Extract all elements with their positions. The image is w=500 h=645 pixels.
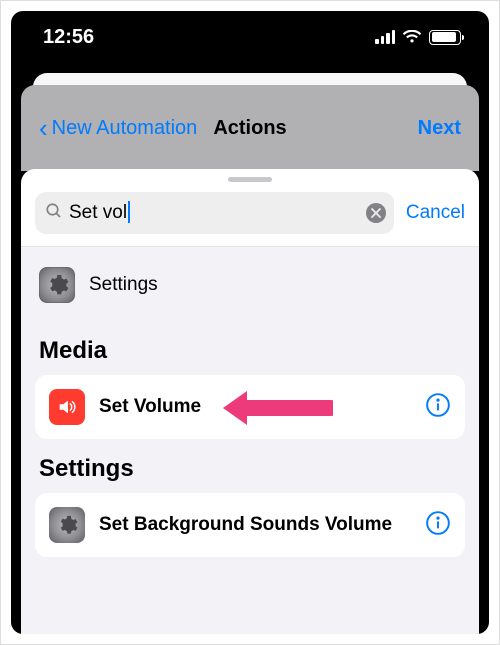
search-sheet: Set vol Cancel Settings Media Set Vol: [21, 169, 479, 634]
background-nav-layer: ‹ New Automation Actions Next: [11, 63, 489, 183]
status-time: 12:56: [43, 26, 94, 49]
action-set-bg-sounds-volume[interactable]: Set Background Sounds Volume: [35, 493, 465, 557]
battery-icon: [429, 30, 461, 45]
info-button[interactable]: [425, 510, 451, 541]
sheet-grabber[interactable]: [228, 177, 272, 182]
search-icon: [45, 202, 63, 225]
nav-title: Actions: [21, 117, 479, 140]
status-bar: 12:56: [11, 11, 489, 63]
settings-app-icon: [39, 267, 75, 303]
settings-gear-icon: [49, 507, 85, 543]
cellular-icon: [375, 30, 395, 44]
speaker-icon: [49, 389, 85, 425]
search-input[interactable]: Set vol: [35, 192, 394, 234]
status-indicators: [375, 30, 461, 45]
cancel-button[interactable]: Cancel: [406, 202, 465, 224]
provider-row[interactable]: Settings: [21, 247, 479, 321]
provider-label: Settings: [89, 274, 158, 296]
info-button[interactable]: [425, 392, 451, 423]
action-set-volume[interactable]: Set Volume: [35, 375, 465, 439]
clear-search-button[interactable]: [366, 203, 386, 223]
action-title: Set Background Sounds Volume: [99, 514, 411, 536]
section-header-media: Media: [21, 321, 479, 375]
search-value: Set vol: [69, 202, 360, 224]
wifi-icon: [402, 30, 422, 44]
next-button[interactable]: Next: [418, 117, 461, 140]
action-title: Set Volume: [99, 396, 411, 418]
section-header-settings: Settings: [21, 439, 479, 493]
